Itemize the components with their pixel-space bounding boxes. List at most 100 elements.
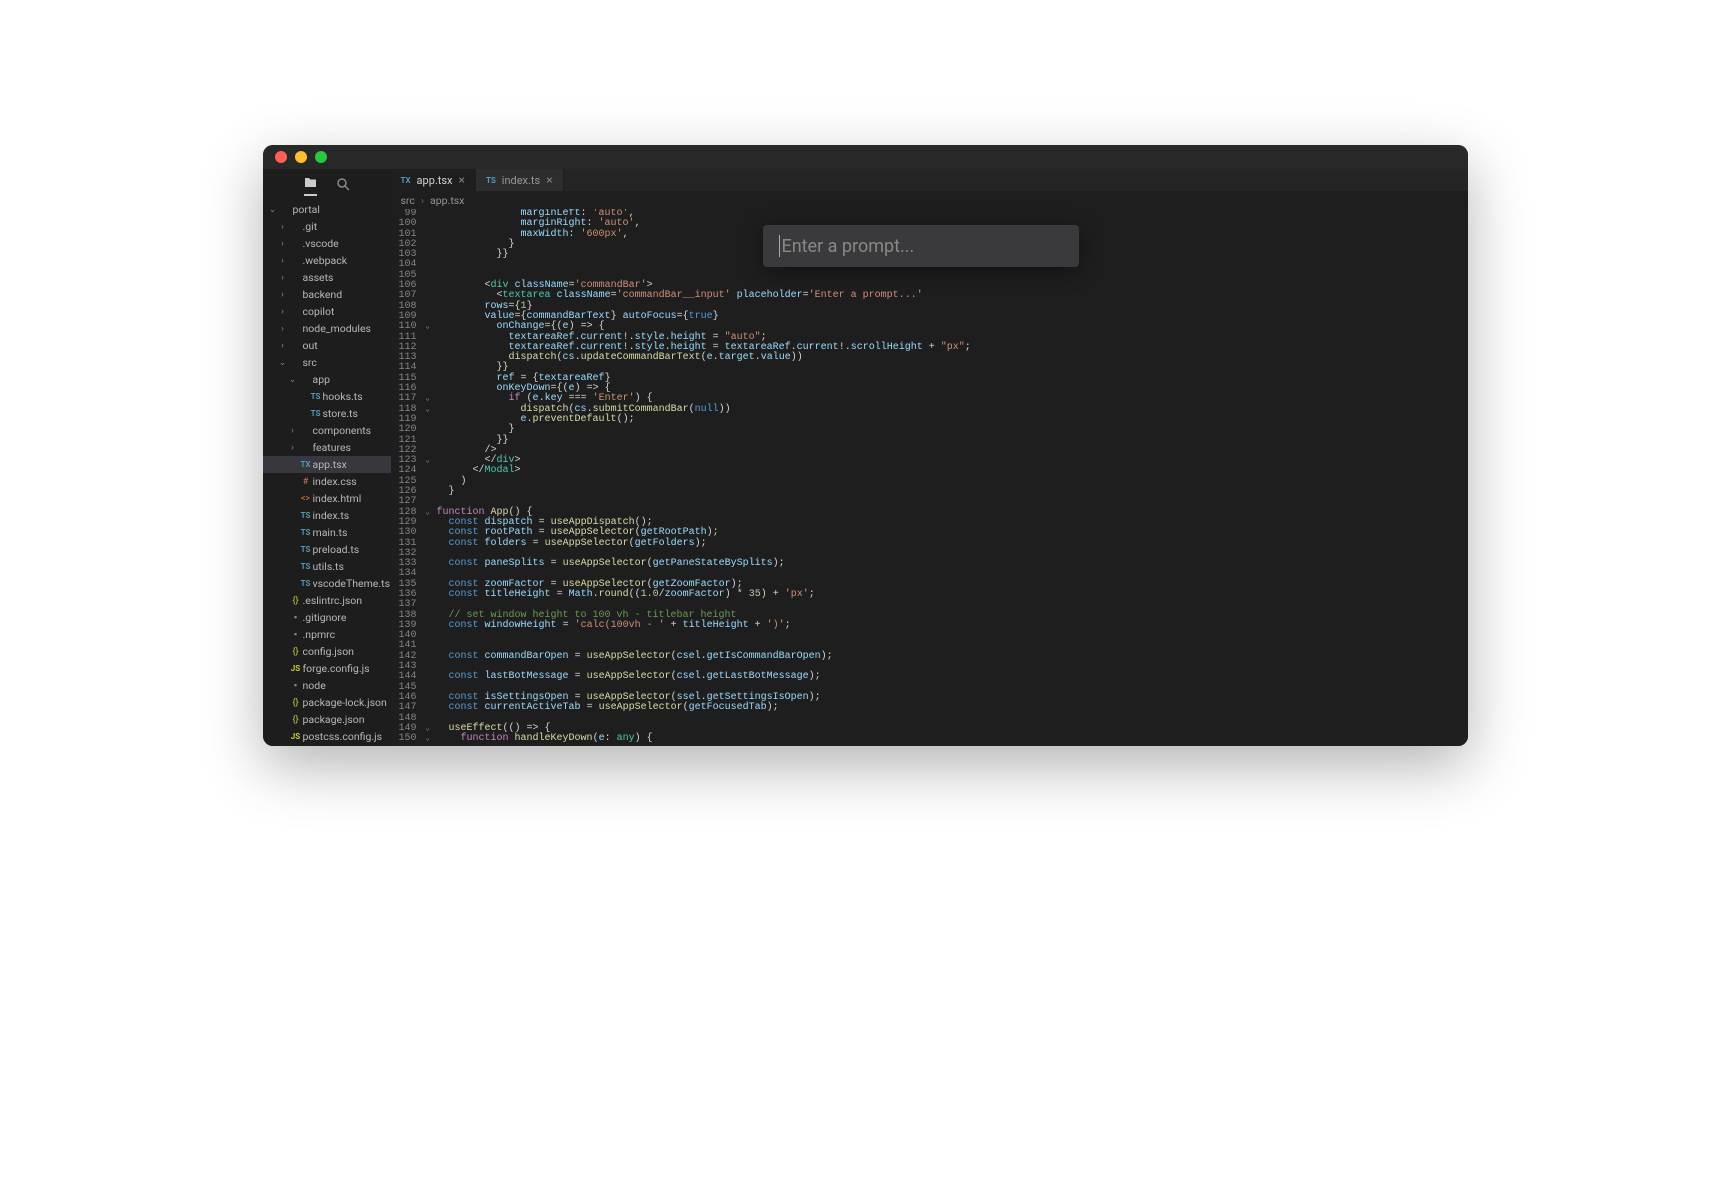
breadcrumb-item[interactable]: app.tsx	[430, 194, 464, 207]
close-icon[interactable]: ×	[546, 173, 552, 187]
chevron-right-icon[interactable]: ›	[277, 307, 289, 317]
tree-item-main-ts[interactable]: TSmain.ts	[263, 524, 391, 541]
tree-item-index-css[interactable]: #index.css	[263, 473, 391, 490]
code-line[interactable]: const lastBotMessage = useAppSelector(cs…	[437, 672, 1468, 682]
tree-item-app-tsx[interactable]: TXapp.tsx	[263, 456, 391, 473]
tree-item-hooks-ts[interactable]: TShooks.ts	[263, 388, 391, 405]
command-prompt[interactable]: Enter a prompt...	[763, 225, 1079, 267]
tree-item--vscode[interactable]: › .vscode	[263, 235, 391, 252]
tree-item-copilot[interactable]: ›copilot	[263, 303, 391, 320]
code-line[interactable]: }	[437, 487, 1468, 497]
chevron-right-icon[interactable]: ›	[277, 256, 289, 266]
tree-item--npmrc[interactable]: ▪.npmrc	[263, 626, 391, 643]
code-line[interactable]: const currentActiveTab = useAppSelector(…	[437, 703, 1468, 713]
close-icon[interactable]: ×	[459, 173, 465, 187]
code-line[interactable]: const windowHeight = 'calc(100vh - ' + t…	[437, 621, 1468, 631]
code-line[interactable]: )	[437, 477, 1468, 487]
tab-app-tsx[interactable]: TXapp.tsx×	[391, 169, 476, 191]
code-line[interactable]: </div>	[437, 456, 1468, 466]
chevron-right-icon[interactable]: ›	[277, 290, 289, 300]
chevron-right-icon[interactable]: ›	[277, 222, 289, 232]
fold-marker[interactable]: ⌄	[423, 405, 433, 415]
chevron-right-icon[interactable]: ›	[277, 324, 289, 334]
fold-marker	[423, 240, 433, 250]
tree-item-app[interactable]: ⌄app	[263, 371, 391, 388]
tab-index-ts[interactable]: TSindex.ts×	[476, 169, 564, 191]
titlebar[interactable]	[263, 145, 1468, 169]
tree-item-portal[interactable]: ⌄ portal	[263, 201, 391, 218]
tree-label: .vscode	[303, 237, 339, 250]
tree-item--gitignore[interactable]: ▪.gitignore	[263, 609, 391, 626]
code-line[interactable]: const paneSplits = useAppSelector(getPan…	[437, 559, 1468, 569]
tree-label: config.json	[303, 645, 355, 658]
fold-marker	[423, 219, 433, 229]
fold-marker[interactable]: ⌄	[423, 508, 433, 518]
chevron-right-icon[interactable]: ›	[277, 239, 289, 249]
tree-item-forge-config-js[interactable]: JSforge.config.js	[263, 660, 391, 677]
fold-marker[interactable]: ⌄	[423, 456, 433, 466]
chevron-right-icon[interactable]: ›	[287, 443, 299, 453]
chevron-right-icon[interactable]: ›	[287, 426, 299, 436]
fold-marker[interactable]: ⌄	[423, 394, 433, 404]
search-icon[interactable]	[337, 178, 350, 195]
fold-marker[interactable]: ⌄	[423, 724, 433, 734]
code-line[interactable]: }}	[437, 436, 1468, 446]
code-line[interactable]	[437, 714, 1468, 724]
close-window-button[interactable]	[275, 151, 287, 163]
file-icon: TX	[299, 460, 313, 469]
code-line[interactable]: </Modal>	[437, 466, 1468, 476]
tree-item-store-ts[interactable]: TSstore.ts	[263, 405, 391, 422]
explorer-icon[interactable]	[304, 177, 317, 196]
tree-item--eslintrc-json[interactable]: {}.eslintrc.json	[263, 592, 391, 609]
tree-item-package-json[interactable]: {}package.json	[263, 711, 391, 728]
breadcrumb-item[interactable]: src	[401, 194, 415, 207]
breadcrumb[interactable]: src › app.tsx	[391, 191, 1468, 209]
tree-item-src[interactable]: ⌄src	[263, 354, 391, 371]
code-content[interactable]: marginLeft: 'auto', marginRight: 'auto',…	[433, 209, 1468, 746]
fold-marker[interactable]: ⌄	[423, 734, 433, 744]
tree-item--webpack[interactable]: ›.webpack	[263, 252, 391, 269]
fold-marker[interactable]: ⌄	[423, 322, 433, 332]
tree-item-package-lock-json[interactable]: {}package-lock.json	[263, 694, 391, 711]
code-line[interactable]	[437, 497, 1468, 507]
tree-item-postcss-config-js[interactable]: JSpostcss.config.js	[263, 728, 391, 745]
minimize-window-button[interactable]	[295, 151, 307, 163]
code-line[interactable]: dispatch(cs.updateCommandBarText(e.targe…	[437, 353, 1468, 363]
tree-item-components[interactable]: › components	[263, 422, 391, 439]
code-line[interactable]	[437, 631, 1468, 641]
tree-item-index-html[interactable]: <>index.html	[263, 490, 391, 507]
code-line[interactable]: const titleHeight = Math.round((1.0/zoom…	[437, 590, 1468, 600]
file-icon: #	[299, 477, 313, 487]
tree-item-utils-ts[interactable]: TSutils.ts	[263, 558, 391, 575]
tree-item-features[interactable]: ›features	[263, 439, 391, 456]
chevron-down-icon[interactable]: ⌄	[287, 375, 299, 385]
chevron-down-icon[interactable]: ⌄	[277, 358, 289, 368]
file-icon: ▪	[289, 612, 303, 623]
code-line[interactable]: <textarea className='commandBar__input' …	[437, 291, 1468, 301]
code-line[interactable]: }	[437, 425, 1468, 435]
tree-item-preload-ts[interactable]: TSpreload.ts	[263, 541, 391, 558]
code-line[interactable]: />	[437, 446, 1468, 456]
tree-label: components	[313, 424, 372, 437]
chevron-down-icon[interactable]: ⌄	[267, 205, 279, 215]
code-line[interactable]: e.preventDefault();	[437, 415, 1468, 425]
tree-item-index-ts[interactable]: TSindex.ts	[263, 507, 391, 524]
tree-item--git[interactable]: ›.git	[263, 218, 391, 235]
tree-item-out[interactable]: ›out	[263, 337, 391, 354]
tree-item-config-json[interactable]: {}config.json	[263, 643, 391, 660]
tree-item-node[interactable]: ▪node	[263, 677, 391, 694]
chevron-right-icon: ›	[421, 194, 424, 207]
code-line[interactable]: function handleKeyDown(e: any) {	[437, 734, 1468, 744]
code-line[interactable]: const commandBarOpen = useAppSelector(cs…	[437, 652, 1468, 662]
tree-item-vscodeTheme-ts[interactable]: TSvscodeTheme.ts	[263, 575, 391, 592]
tree-item-backend[interactable]: ›backend	[263, 286, 391, 303]
chevron-right-icon[interactable]: ›	[277, 341, 289, 351]
tree-item-assets[interactable]: ›assets	[263, 269, 391, 286]
tree-label: portal	[293, 203, 320, 216]
chevron-right-icon[interactable]: ›	[277, 273, 289, 283]
editor-body[interactable]: 9910010110210310410510610710810911011111…	[391, 209, 1468, 746]
code-line[interactable]: const folders = useAppSelector(getFolder…	[437, 539, 1468, 549]
fold-gutter[interactable]: ⌄⌄⌄⌄⌄⌄⌄	[423, 209, 433, 746]
maximize-window-button[interactable]	[315, 151, 327, 163]
tree-item-node_modules[interactable]: ›node_modules	[263, 320, 391, 337]
